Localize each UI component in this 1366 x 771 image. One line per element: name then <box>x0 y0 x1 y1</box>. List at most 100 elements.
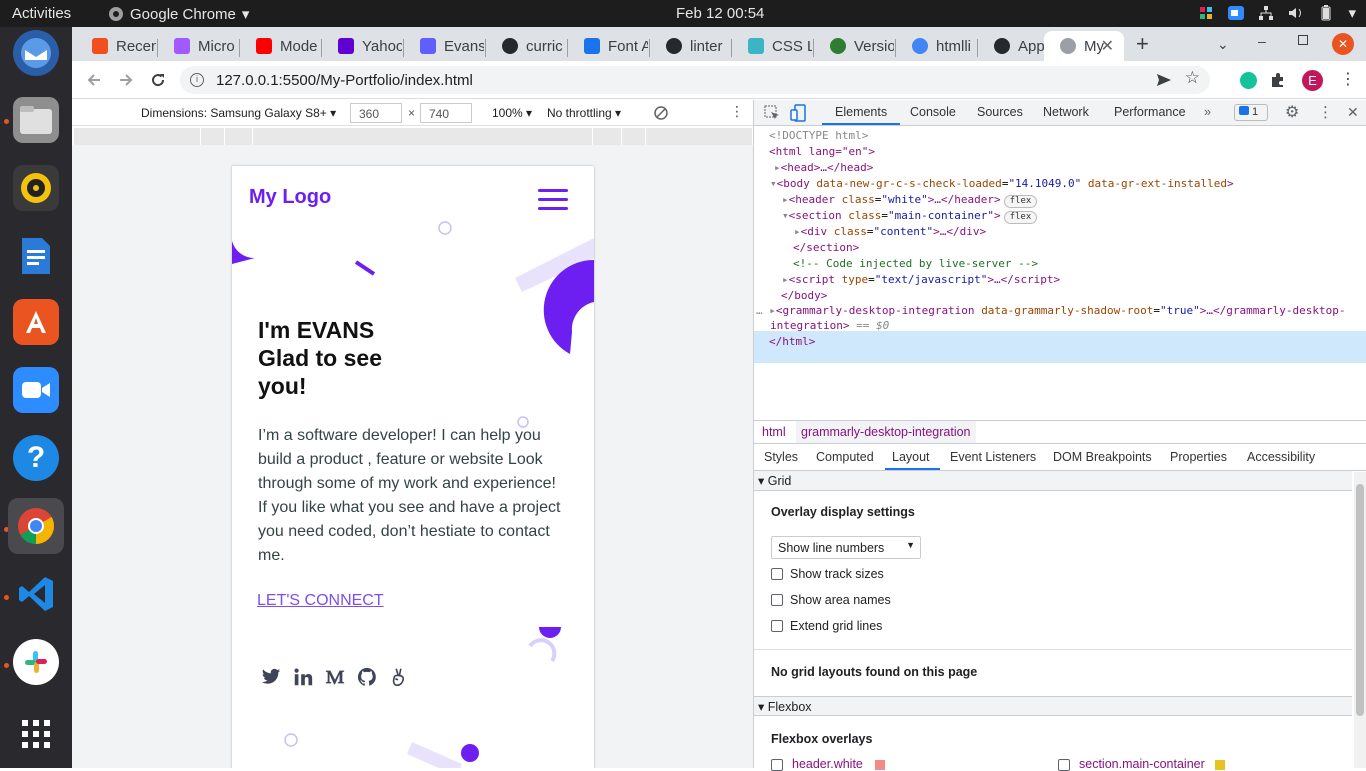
crumb-html[interactable]: html <box>762 425 786 439</box>
files-icon[interactable] <box>13 97 59 143</box>
color-swatch[interactable] <box>875 760 885 770</box>
issues-badge[interactable]: 1 <box>1234 104 1268 121</box>
tab-font-a[interactable]: Font A <box>568 31 648 61</box>
help-icon[interactable]: ? <box>13 435 59 481</box>
grammarly-extension-icon[interactable] <box>1240 72 1257 89</box>
tab-network[interactable]: Network <box>1043 105 1089 119</box>
clock[interactable]: Feb 12 00:54 <box>676 5 764 22</box>
zoom-tray-icon[interactable] <box>1228 5 1245 21</box>
doctype-node[interactable]: <!DOCTYPE html> <box>769 128 868 144</box>
script-node[interactable]: ▸<script type="text/javascript">…</scrip… <box>782 272 1060 288</box>
node-actions-ellipsis-icon[interactable]: … <box>756 304 763 317</box>
show-area-names-checkbox[interactable] <box>771 594 783 606</box>
tab-sources[interactable]: Sources <box>977 105 1023 119</box>
expand-arrow-icon[interactable]: ▸ <box>769 304 776 317</box>
ruler-segment[interactable] <box>593 128 622 145</box>
slack-tray-icon[interactable] <box>1198 5 1214 21</box>
expand-arrow-icon[interactable]: ▸ <box>794 225 801 238</box>
width-input[interactable]: 360 <box>350 103 402 123</box>
grid-section-header[interactable]: ▾ Grid <box>754 471 1352 491</box>
grammarly-node[interactable]: … ▸<grammarly-desktop-integration data-g… <box>756 303 1345 319</box>
tab-my-active[interactable]: My ✕ <box>1044 31 1124 61</box>
vscode-icon[interactable] <box>13 571 59 617</box>
tab-properties[interactable]: Properties <box>1170 450 1227 464</box>
tab-accessibility[interactable]: Accessibility <box>1247 450 1315 464</box>
layout-scrollbar[interactable] <box>1354 472 1366 768</box>
tab-dom-breakpoints[interactable]: DOM Breakpoints <box>1053 450 1152 464</box>
chrome-dock-icon[interactable] <box>8 498 64 554</box>
grammarly-node-cont[interactable]: integration> == $0 <box>770 318 889 334</box>
tab-htmlli[interactable]: htmlli <box>896 31 976 61</box>
close-tab-icon[interactable]: ✕ <box>1101 36 1114 56</box>
tab-curric[interactable]: curric <box>486 31 566 61</box>
flex-overlay-header-checkbox[interactable] <box>771 759 783 771</box>
head-node[interactable]: ▸<head>…</head> <box>774 160 873 176</box>
activities-button[interactable]: Activities <box>12 5 71 22</box>
html-node[interactable]: <html lang="en"> <box>769 144 875 160</box>
expand-arrow-icon[interactable]: ▸ <box>774 161 781 174</box>
reload-icon[interactable] <box>150 72 166 88</box>
zoom-select[interactable]: 100% ▾ <box>492 106 532 120</box>
expand-arrow-icon[interactable]: ▸ <box>782 273 789 286</box>
linkedin-icon[interactable] <box>292 666 314 688</box>
chrome-menu-icon[interactable]: ⋮ <box>1340 69 1356 89</box>
tab-versio[interactable]: Versio <box>814 31 894 61</box>
github-icon[interactable] <box>356 666 378 688</box>
minimize-icon[interactable]: – <box>1258 33 1266 49</box>
tab-yahoo[interactable]: Yahoo <box>322 31 402 61</box>
scrollbar-thumb[interactable] <box>1356 484 1364 716</box>
tab-computed[interactable]: Computed <box>816 450 874 464</box>
tab-linter[interactable]: linter <box>650 31 730 61</box>
send-tab-icon[interactable] <box>1156 72 1172 88</box>
tab-mode[interactable]: Mode <box>240 31 320 61</box>
extensions-puzzle-icon[interactable] <box>1270 72 1286 88</box>
throttling-select[interactable]: No throttling ▾ <box>547 106 621 120</box>
extend-grid-lines-checkbox[interactable] <box>771 620 783 632</box>
flexbox-section-header[interactable]: ▾ Flexbox <box>754 696 1352 716</box>
device-toolbar-menu-icon[interactable]: ⋮ <box>730 103 744 120</box>
address-bar[interactable]: i 127.0.0.1:5500/My-Portfolio/index.html… <box>180 66 1210 94</box>
ruler-segment[interactable] <box>253 128 593 145</box>
forward-arrow-icon[interactable] <box>118 72 134 88</box>
tab-elements[interactable]: Elements <box>835 105 887 119</box>
crumb-grammarly[interactable]: grammarly-desktop-integration <box>796 421 976 443</box>
url-text[interactable]: 127.0.0.1:5500/My-Portfolio/index.html <box>216 72 473 89</box>
devtools-settings-gear-icon[interactable]: ⚙ <box>1285 102 1299 122</box>
more-tabs-icon[interactable]: » <box>1204 105 1211 119</box>
twitter-icon[interactable] <box>260 666 282 688</box>
new-tab-icon[interactable]: + <box>1136 31 1149 57</box>
tab-micro[interactable]: Micro <box>158 31 238 61</box>
software-center-icon[interactable] <box>13 299 59 345</box>
tab-console[interactable]: Console <box>910 105 956 119</box>
app-menu[interactable]: Google Chrome ▾ <box>108 5 249 23</box>
tab-styles[interactable]: Styles <box>764 450 798 464</box>
bookmark-star-icon[interactable]: ☆ <box>1185 68 1200 88</box>
device-toggle-icon[interactable] <box>790 104 806 122</box>
flex-badge[interactable]: flex <box>1003 211 1038 224</box>
profile-avatar[interactable]: E <box>1302 70 1323 91</box>
tab-recen[interactable]: Recen <box>76 31 156 61</box>
ruler-segment[interactable] <box>225 128 253 145</box>
tab-appe[interactable]: Appe <box>978 31 1044 61</box>
rhythmbox-icon[interactable] <box>13 165 59 211</box>
lets-connect-link[interactable]: LET'S CONNECT <box>257 592 384 610</box>
body-node[interactable]: ▾<body data-new-gr-c-s-check-loaded="14.… <box>770 176 1234 192</box>
line-numbers-select[interactable]: Show line numbers ▼ <box>771 536 921 559</box>
show-apps-icon[interactable] <box>13 711 59 757</box>
angellist-icon[interactable] <box>388 666 410 688</box>
maximize-icon[interactable] <box>1298 35 1308 45</box>
media-query-ruler[interactable] <box>74 128 752 145</box>
flex-overlay-section-checkbox[interactable] <box>1058 759 1070 771</box>
devtools-close-icon[interactable]: ✕ <box>1347 104 1359 121</box>
ruler-segment[interactable] <box>622 128 646 145</box>
tab-evans[interactable]: Evans <box>404 31 484 61</box>
zoom-icon[interactable] <box>13 367 59 413</box>
close-window-icon[interactable]: ✕ <box>1332 33 1354 55</box>
collapse-arrow-icon[interactable]: ▾ <box>782 209 789 222</box>
collapse-arrow-icon[interactable]: ▾ <box>770 177 777 190</box>
ruler-segment[interactable] <box>74 128 201 145</box>
device-dimensions-select[interactable]: Dimensions: Samsung Galaxy S8+ ▾ <box>141 106 336 120</box>
back-arrow-icon[interactable] <box>86 72 102 88</box>
battery-icon[interactable] <box>1318 5 1334 21</box>
network-icon[interactable] <box>1258 5 1274 21</box>
